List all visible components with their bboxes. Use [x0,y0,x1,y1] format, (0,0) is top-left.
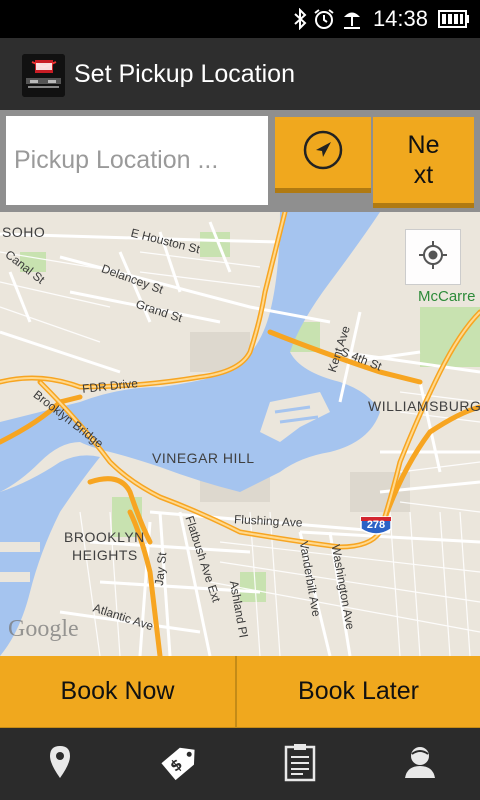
next-button[interactable]: Next [373,117,474,208]
map-label-mccarren: McCarre [418,288,476,305]
google-logo: Google [8,616,79,642]
nav-item-fares[interactable]: $ [120,728,240,800]
status-time: 14:38 [372,6,428,31]
location-pin-icon [48,744,72,785]
map-label-williamsburg: WILLIAMSBURG [368,398,480,414]
status-icons: 14:38 [293,4,470,34]
nav-item-location[interactable] [0,728,120,800]
beach-icon [341,8,363,30]
battery-icon [438,10,470,28]
next-button-label: Next [407,131,440,189]
price-tag-icon: $ [155,737,205,792]
booking-actions: Book Now Book Later [0,656,480,728]
nav-item-bookings[interactable] [240,728,360,800]
map-label-brooklyn: BROOKLYN [64,529,145,545]
crosshair-icon [418,240,448,275]
page-title: Set Pickup Location [74,60,295,88]
navigation-arrow-icon [302,129,344,176]
app-bar: Set Pickup Location [0,38,480,110]
my-location-button[interactable] [405,229,461,285]
map-label-soho: SOHO [2,224,46,240]
status-bar: 14:38 [0,0,480,38]
pickup-location-input[interactable] [6,116,268,205]
search-row: Next [0,110,480,212]
map-view[interactable]: SOHO E Houston St Canal St Delancey St G… [0,212,480,656]
map-label-heights: HEIGHTS [72,547,138,563]
nav-item-profile[interactable] [360,728,480,800]
bottom-navigation: $ [0,728,480,800]
app-logo-icon[interactable] [22,54,65,97]
profile-icon [403,744,437,785]
bluetooth-icon [293,8,307,30]
clipboard-icon [283,742,317,787]
route-number: 278 [366,519,386,531]
locate-button[interactable] [275,117,371,193]
book-later-button[interactable]: Book Later [237,656,480,727]
route-shield: 278 [359,515,393,537]
alarm-icon [313,8,335,30]
book-now-button[interactable]: Book Now [0,656,235,727]
map-label-vinegar-hill: VINEGAR HILL [152,450,255,466]
